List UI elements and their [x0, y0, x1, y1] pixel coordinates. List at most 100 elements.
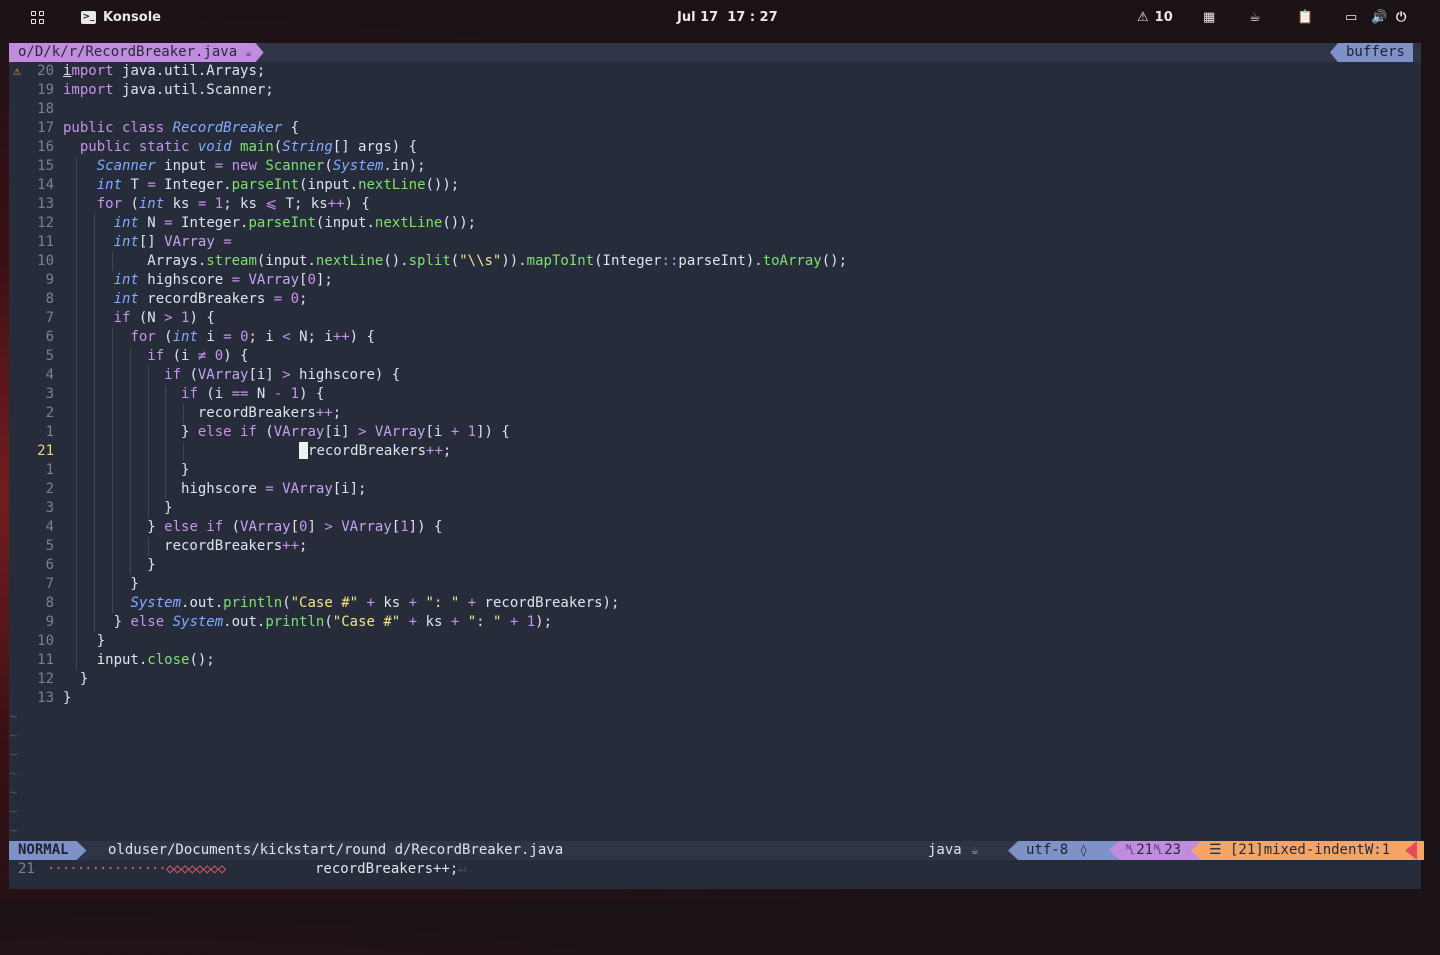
code-area[interactable]: ⚠ 20 import java.util.Arrays; 19 import java…	[9, 62, 1421, 841]
code-text[interactable]: int recordBreakers = 0;	[63, 290, 308, 309]
code-line[interactable]: 6 for (int i = 0; i < N; i++) {	[9, 328, 1421, 347]
line-number: 13	[37, 690, 54, 706]
code-text[interactable]: int highscore = VArray[0];	[63, 271, 333, 290]
line-number: 6	[45, 557, 54, 573]
code-text[interactable]: import java.util.Scanner;	[63, 81, 274, 100]
code-line[interactable]: 13 for (int ks = 1; ks ⩽ T; ks++) {	[9, 195, 1421, 214]
code-text[interactable]: }	[63, 632, 105, 651]
code-line[interactable]: 12 }	[9, 670, 1421, 689]
code-text[interactable]: Arrays.stream(input.nextLine().split("\\…	[63, 252, 847, 271]
code-text[interactable]: recordBreakers++;	[63, 537, 307, 556]
preview-line: 21 ················◇◇◇◇◇◇◇◇ recordBreake…	[9, 860, 1421, 879]
code-line[interactable]: 3 }	[9, 499, 1421, 518]
code-text[interactable]: if (VArray[i] > highscore) {	[63, 366, 400, 385]
code-text[interactable]: }	[63, 575, 138, 594]
volume-button[interactable]: 🔊	[1371, 0, 1387, 34]
code-line[interactable]: 7 if (N > 1) {	[9, 309, 1421, 328]
code-text[interactable]: if (i ≠ 0) {	[63, 347, 248, 366]
code-line[interactable]: 2 recordBreakers++;	[9, 404, 1421, 423]
code-text[interactable]: highscore = VArray[i];	[63, 480, 366, 499]
code-text[interactable]: } else if (VArray[i] > VArray[i + 1]) {	[63, 423, 510, 442]
buffers-label[interactable]: buffers	[1329, 43, 1413, 62]
caffeine-button[interactable]: ☕	[1249, 0, 1261, 34]
tilde-marker: ~	[9, 709, 18, 725]
code-text[interactable]: } else System.out.println("Case #" + ks …	[63, 613, 552, 632]
code-text[interactable]: input.close();	[63, 651, 215, 670]
code-line[interactable]: 8 int recordBreakers = 0;	[9, 290, 1421, 309]
active-app-button[interactable]: >_ Konsole	[81, 0, 161, 34]
code-line[interactable]: 5 recordBreakers++;	[9, 537, 1421, 556]
code-line[interactable]: 10 }	[9, 632, 1421, 651]
code-text[interactable]: public class RecordBreaker {	[63, 119, 299, 138]
mode-indicator: NORMAL	[9, 841, 87, 860]
display-button[interactable]: ▭	[1345, 0, 1357, 34]
code-text[interactable]: for (int ks = 1; ks ⩽ T; ks++) {	[63, 195, 370, 214]
code-line[interactable]: 1 }	[9, 461, 1421, 480]
code-line[interactable]: 14 int T = Integer.parseInt(input.nextLi…	[9, 176, 1421, 195]
code-line[interactable]: 6 }	[9, 556, 1421, 575]
code-line[interactable]: 9 int highscore = VArray[0];	[9, 271, 1421, 290]
line-number: 15	[37, 158, 54, 174]
code-text[interactable]: if (i == N - 1) {	[63, 385, 324, 404]
code-text[interactable]: System.out.println("Case #" + ks + ": " …	[63, 594, 619, 613]
code-text[interactable]: if (N > 1) {	[63, 309, 215, 328]
code-text[interactable]: } else if (VArray[0] > VArray[1]) {	[63, 518, 442, 537]
code-line[interactable]: 18	[9, 100, 1421, 119]
terminal-window[interactable]: o/D/k/r/RecordBreaker.java ☕ buffers ⚠ 20…	[9, 43, 1424, 889]
code-text[interactable]: }	[63, 499, 172, 518]
code-line[interactable]: 8 System.out.println("Case #" + ks + ": …	[9, 594, 1421, 613]
code-line[interactable]: 4 if (VArray[i] > highscore) {	[9, 366, 1421, 385]
code-line[interactable]: 17 public class RecordBreaker {	[9, 119, 1421, 138]
java-icon: ☕	[971, 843, 979, 857]
line-number: 11	[37, 234, 54, 250]
app-launcher-button[interactable]	[31, 0, 44, 34]
code-text[interactable]: }	[63, 461, 189, 480]
code-text[interactable]: int[] VArray =	[63, 233, 232, 252]
code-line[interactable]: 2 highscore = VArray[i];	[9, 480, 1421, 499]
code-text[interactable]: }	[63, 689, 71, 708]
buffer-tab-recordbreaker[interactable]: o/D/k/r/RecordBreaker.java ☕	[9, 43, 264, 62]
konsole-icon: >_	[81, 10, 96, 24]
code-line[interactable]: 5 if (i ≠ 0) {	[9, 347, 1421, 366]
code-line[interactable]: 7 }	[9, 575, 1421, 594]
line-number: 11	[37, 652, 54, 668]
clipboard-button[interactable]: 📋	[1297, 0, 1313, 34]
code-line[interactable]: 1 } else if (VArray[i] > VArray[i + 1]) …	[9, 423, 1421, 442]
top-panel: >_ Konsole Jul 17 17 : 27 ⚠ 10 ▦ ☕ 📋 ▭ 🔊…	[0, 0, 1440, 34]
code-text[interactable]: recordBreakers++;	[63, 441, 451, 461]
notifications-button[interactable]: ⚠ 10	[1137, 0, 1173, 34]
power-button[interactable]: ⏻	[1396, 0, 1406, 34]
code-line[interactable]: 19 import java.util.Scanner;	[9, 81, 1421, 100]
code-text[interactable]: int T = Integer.parseInt(input.nextLine(…	[63, 176, 460, 195]
code-line-current[interactable]: 21 recordBreakers++;	[9, 441, 1421, 461]
code-line[interactable]: 12 int N = Integer.parseInt(input.nextLi…	[9, 214, 1421, 233]
clock[interactable]: Jul 17 17 : 27	[677, 0, 778, 34]
code-line[interactable]: 3 if (i == N - 1) {	[9, 385, 1421, 404]
code-text[interactable]: }	[63, 670, 88, 689]
line-number: 21	[37, 443, 54, 459]
grid-icon	[31, 10, 44, 24]
code-line[interactable]: 4 } else if (VArray[0] > VArray[1]) {	[9, 518, 1421, 537]
line-number: 9	[45, 272, 54, 288]
code-text[interactable]: public static void main(String[] args) {	[63, 138, 417, 157]
code-text[interactable]: recordBreakers++;	[63, 404, 341, 423]
code-line[interactable]: 16 public static void main(String[] args…	[9, 138, 1421, 157]
warning-icon[interactable]: ⚠	[9, 62, 25, 81]
code-line[interactable]: 10 Arrays.stream(input.nextLine().split(…	[9, 252, 1421, 271]
code-text[interactable]: Scanner input = new Scanner(System.in);	[63, 157, 426, 176]
line-number: 16	[37, 139, 54, 155]
code-text[interactable]: int N = Integer.parseInt(input.nextLine(…	[63, 214, 477, 233]
code-text[interactable]: import java.util.Arrays;	[63, 62, 265, 81]
code-line[interactable]: 15 Scanner input = new Scanner(System.in…	[9, 157, 1421, 176]
tilde-marker: ~	[9, 747, 18, 763]
code-text[interactable]: for (int i = 0; i < N; i++) {	[63, 328, 375, 347]
workspaces-button[interactable]: ▦	[1203, 0, 1215, 34]
code-line[interactable]: 13}	[9, 689, 1421, 708]
code-line[interactable]: ⚠ 20 import java.util.Arrays;	[9, 62, 1421, 81]
code-line[interactable]: 9 } else System.out.println("Case #" + k…	[9, 613, 1421, 632]
code-text[interactable]: }	[63, 556, 155, 575]
line-number: 5	[45, 348, 54, 364]
line-number: 8	[45, 291, 54, 307]
code-line[interactable]: 11 int[] VArray =	[9, 233, 1421, 252]
code-line[interactable]: 11 input.close();	[9, 651, 1421, 670]
